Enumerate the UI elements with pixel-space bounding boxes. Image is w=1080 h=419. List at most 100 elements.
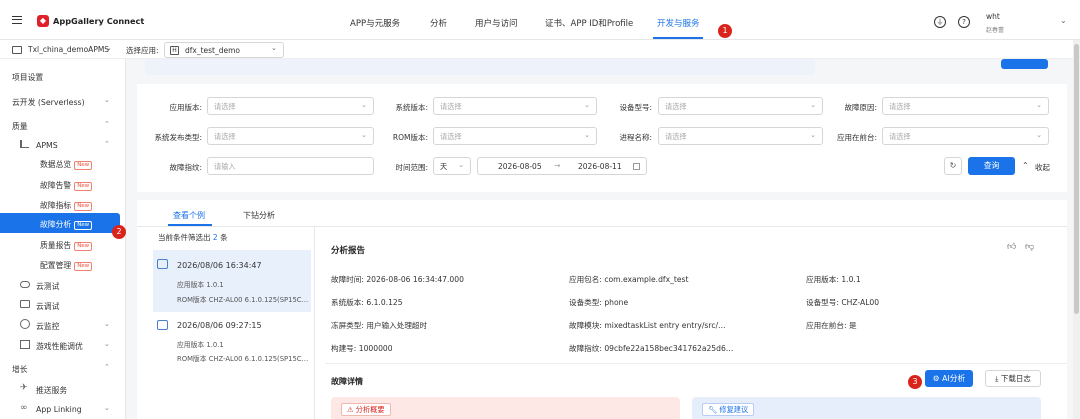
- sidebar-cloud-dev[interactable]: 云开发 (Serverless): [12, 97, 85, 108]
- tab-drill-analysis[interactable]: 下钻分析: [243, 210, 275, 221]
- field-fault-time: 故障时间: 2026-08-06 16:34:47.000: [331, 275, 464, 284]
- field-system-version: 系统版本: 6.1.0.125: [331, 298, 403, 307]
- select-system-version[interactable]: 请选择 ⌄: [433, 97, 597, 115]
- download-icon: ⤓: [995, 374, 999, 383]
- select-fault-reason[interactable]: 请选择 ⌄: [882, 97, 1049, 115]
- user-sub: 赵春蕾: [986, 27, 1005, 34]
- chevron-up-icon: ⌃: [104, 363, 110, 371]
- wrench-icon: 🔧︎: [708, 405, 718, 414]
- label-system-version: 系统版本:: [395, 103, 428, 112]
- sidebar-app-linking[interactable]: App Linking: [36, 405, 82, 414]
- app-select[interactable]: H dfx_test_demo ⌄: [164, 42, 284, 58]
- label-rom-version: ROM版本:: [392, 133, 428, 142]
- case-icon: [157, 320, 168, 330]
- nav-certificates[interactable]: 证书、APP ID和Profile: [545, 17, 633, 29]
- app-title: AppGallery Connect: [53, 16, 145, 26]
- appgallery-logo-icon: ◆: [37, 15, 49, 27]
- case-icon: [157, 259, 168, 269]
- sidebar-fault-alert[interactable]: 故障告警 New: [40, 180, 93, 191]
- label-fault-reason: 故障原因:: [844, 103, 877, 112]
- app-name: dfx_test_demo: [185, 46, 241, 55]
- select-app-foreground[interactable]: 请选择 ⌄: [882, 127, 1049, 145]
- project-selector[interactable]: Txl_china_demoAPMS: [28, 45, 109, 54]
- sidebar-apms[interactable]: APMS: [36, 141, 58, 150]
- menu-icon[interactable]: [12, 16, 22, 24]
- app-tag-icon: H: [170, 46, 179, 55]
- apms-icon: [20, 140, 29, 148]
- case-app-version: 应用版本 1.0.1: [177, 341, 224, 349]
- field-app-foreground: 应用在前台: 是: [806, 321, 857, 330]
- select-time-unit[interactable]: 天 ⌄: [433, 157, 471, 175]
- select-process-name[interactable]: 请选择 ⌄: [658, 127, 823, 145]
- select-system-release-type[interactable]: 请选择 ⌄: [207, 127, 374, 145]
- label-app-foreground: 应用在前台:: [836, 133, 877, 142]
- suggestion-label: 🔧︎ 修复建议: [702, 403, 755, 416]
- case-app-version: 应用版本 1.0.1: [177, 281, 224, 289]
- link-icon: ∞: [20, 403, 28, 413]
- date-range-picker[interactable]: 2026-08-05 → 2026-08-11: [477, 157, 647, 175]
- sidebar-fault-metrics[interactable]: 故障指标 New: [40, 200, 93, 211]
- cloud-test-icon: [20, 281, 30, 288]
- help-icon[interactable]: ?: [958, 16, 970, 28]
- collapse-link[interactable]: 收起: [1035, 162, 1050, 173]
- folder-icon: [12, 46, 22, 54]
- nav-analytics[interactable]: 分析: [430, 17, 447, 29]
- input-fault-fingerprint[interactable]: 请输入: [207, 157, 374, 175]
- sidebar-cloud-monitor[interactable]: 云监控: [36, 321, 59, 332]
- detail-title: 故障详情: [331, 377, 363, 386]
- sidebar-quality[interactable]: 质量: [12, 121, 28, 132]
- date-start[interactable]: 2026-08-05: [498, 162, 542, 171]
- sidebar-push[interactable]: 推送服务: [36, 385, 67, 396]
- report-title: 分析报告: [331, 246, 366, 256]
- tab-view-cases[interactable]: 查看个例: [173, 210, 205, 221]
- reset-button[interactable]: ↻: [944, 157, 962, 175]
- label-process-name: 进程名称:: [619, 133, 652, 142]
- chevron-up-icon: ⌃: [104, 120, 110, 128]
- push-icon: ✈: [20, 383, 28, 393]
- chevron-down-icon[interactable]: ⌄: [1060, 16, 1067, 25]
- thumbs-up-icon[interactable]: 👍︎: [1007, 242, 1016, 252]
- download-log-button[interactable]: ⤓ 下载日志: [985, 370, 1041, 387]
- sidebar-game-perf[interactable]: 游戏性能调优: [36, 341, 83, 352]
- chevron-down-icon: ⌄: [104, 96, 110, 104]
- badge-2: 2: [112, 225, 126, 239]
- chevron-down-icon: ⌄: [104, 320, 110, 328]
- label-device-model: 设备型号:: [619, 103, 652, 112]
- ai-analysis-button[interactable]: ⚙ AI分析: [925, 370, 973, 387]
- sidebar-cloud-test[interactable]: 云测试: [36, 281, 59, 292]
- chevron-down-icon: ⌄: [271, 44, 277, 52]
- case-rom: ROM版本 CHZ-AL00 6.1.0.125(SP15C…: [177, 355, 309, 363]
- field-package-name: 应用包名: com.example.dfx_test: [569, 275, 689, 284]
- field-fault-module: 故障模块: mixedtaskList entry entry/src/…: [569, 321, 726, 330]
- label-time-range: 时间范围:: [395, 163, 428, 172]
- nav-users-access[interactable]: 用户与访问: [475, 17, 518, 29]
- sidebar-project-settings[interactable]: 项目设置: [12, 72, 43, 83]
- sidebar-cloud-debug[interactable]: 云调试: [36, 301, 59, 312]
- top-bar: ◆ AppGallery Connect APP与元服务 分析 用户与访问 证书…: [0, 0, 1080, 40]
- activity-icon[interactable]: ⏚: [934, 16, 946, 28]
- warning-icon: ⚠: [347, 405, 354, 414]
- select-device-model[interactable]: 请选择 ⌄: [658, 97, 823, 115]
- date-end[interactable]: 2026-08-11: [578, 162, 622, 171]
- sidebar-growth[interactable]: 增长: [12, 364, 28, 375]
- nav-dev-services[interactable]: 开发与服务: [657, 17, 700, 29]
- chevron-down-icon[interactable]: ⌄: [106, 44, 112, 52]
- nav-app-services[interactable]: APP与元服务: [350, 17, 400, 29]
- scrollbar-thumb[interactable]: [1074, 44, 1079, 314]
- user-name[interactable]: wht: [986, 12, 1000, 21]
- thumbs-down-icon[interactable]: 👎︎: [1025, 242, 1034, 252]
- game-perf-icon: [20, 340, 30, 349]
- field-device-model: 设备型号: CHZ-AL00: [806, 298, 880, 307]
- query-button[interactable]: 查询: [968, 157, 1015, 175]
- banner-button[interactable]: [1001, 59, 1048, 69]
- chevron-up-icon[interactable]: ⌃: [1022, 161, 1029, 170]
- select-rom-version[interactable]: 请选择 ⌄: [433, 127, 597, 145]
- sidebar-quality-report[interactable]: 质量报告 New: [40, 240, 93, 251]
- select-app-version[interactable]: 请选择 ⌄: [207, 97, 374, 115]
- label-system-release-type: 系统发布类型:: [154, 133, 202, 142]
- field-fault-fingerprint: 故障指纹: 09cbfe22a158bec341762a25d6…: [569, 344, 734, 353]
- sidebar-data-overview[interactable]: 数据总览 New: [40, 159, 93, 170]
- sidebar-fault-analysis-label[interactable]: 故障分析 New: [40, 219, 93, 230]
- badge-3: 3: [908, 375, 922, 389]
- sidebar-config-manage[interactable]: 配置管理 New: [40, 260, 93, 271]
